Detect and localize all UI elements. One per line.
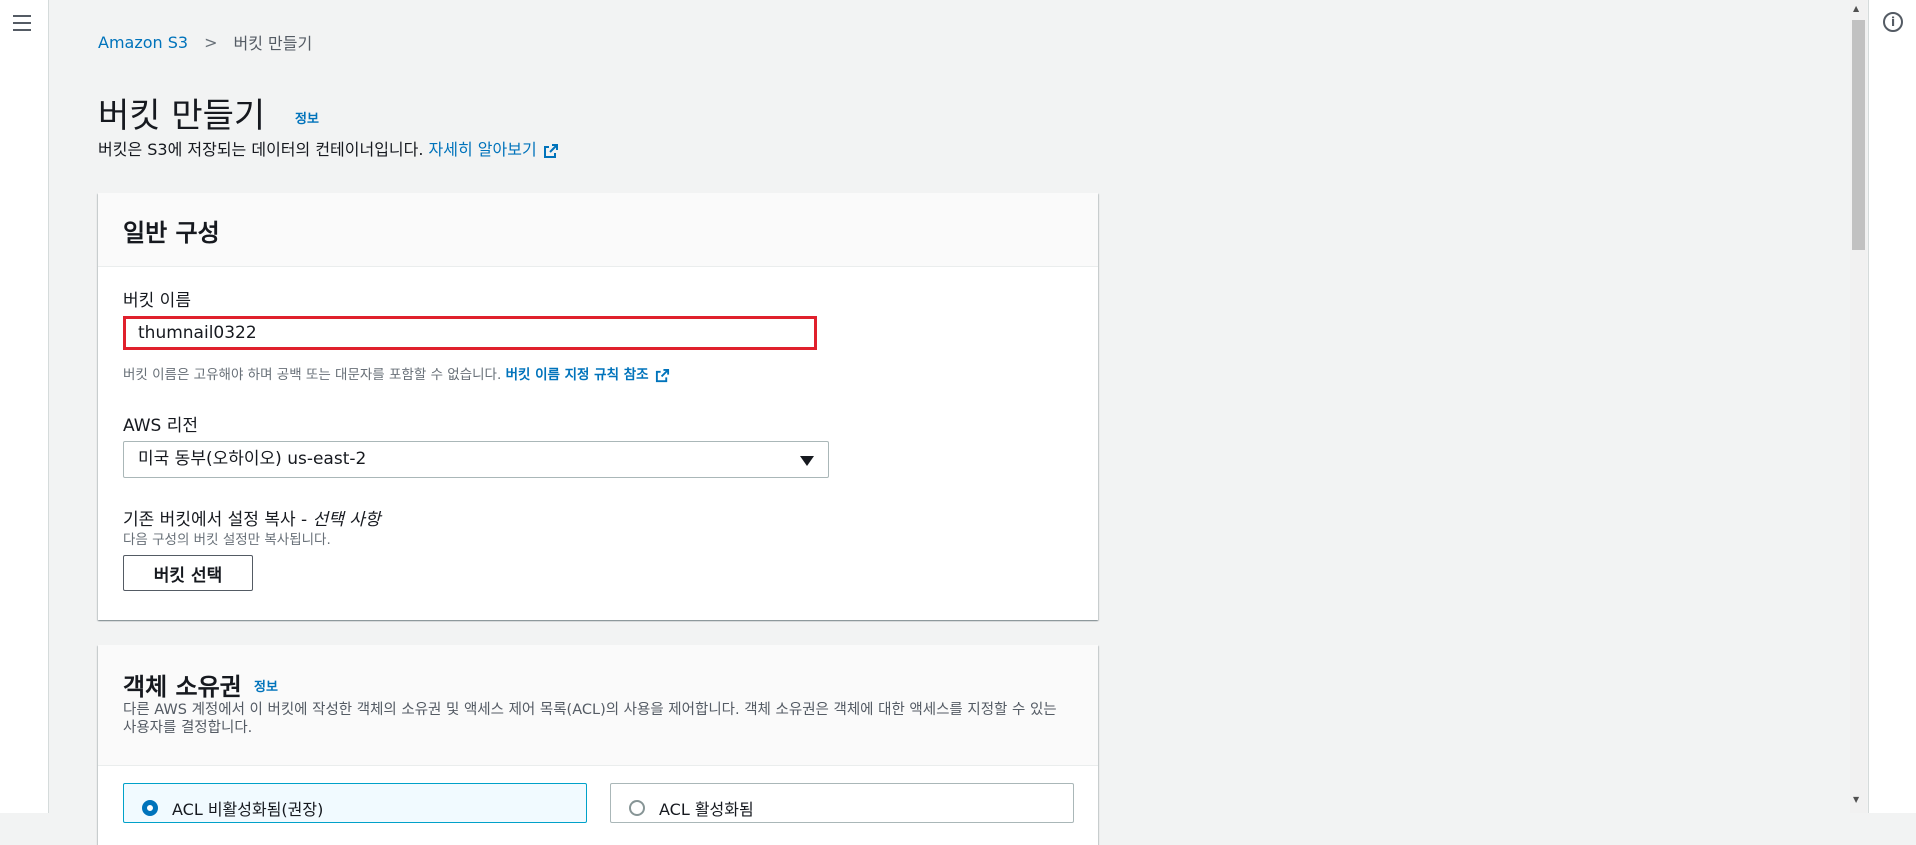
acl-disabled-radio[interactable] [142, 800, 158, 816]
breadcrumb-separator: > [204, 32, 218, 52]
breadcrumb-amazon-s3[interactable]: Amazon S3 [98, 33, 188, 52]
object-ownership-header: 객체 소유권 정보 다른 AWS 계정에서 이 버킷에 작성한 객체의 소유권 … [98, 645, 1098, 766]
copy-settings-label: 기존 버킷에서 설정 복사 - 선택 사항 [123, 505, 381, 530]
right-help-rail: i [1868, 0, 1916, 813]
choose-bucket-button[interactable]: 버킷 선택 [123, 555, 253, 591]
general-configuration-heading: 일반 구성 [123, 219, 220, 247]
learn-more-link[interactable]: 자세히 알아보기 [429, 140, 559, 159]
object-ownership-description: 다른 AWS 계정에서 이 버킷에 작성한 객체의 소유권 및 액세스 제어 목… [123, 702, 1057, 736]
acl-disabled-option[interactable]: ACL 비활성화됨(권장) [123, 783, 587, 823]
general-configuration-panel: 일반 구성 버킷 이름 버킷 이름은 고유해야 하며 공백 또는 대문자를 포함… [98, 193, 1098, 620]
page-scrollbar-thumb[interactable] [1852, 20, 1865, 250]
caret-down-icon [800, 456, 814, 466]
breadcrumb-current: 버킷 만들기 [233, 34, 313, 53]
general-configuration-header: 일반 구성 [98, 193, 1098, 267]
aws-region-value: 미국 동부(오하이오) us-east-2 [138, 449, 367, 469]
learn-more-label: 자세히 알아보기 [428, 140, 537, 159]
object-ownership-info-link[interactable]: 정보 [254, 676, 278, 695]
title-info-link[interactable]: 정보 [295, 108, 319, 127]
object-ownership-panel: 객체 소유권 정보 다른 AWS 계정에서 이 버킷에 작성한 객체의 소유권 … [98, 645, 1098, 845]
breadcrumb: Amazon S3 > 버킷 만들기 [98, 30, 312, 54]
acl-enabled-option[interactable]: ACL 활성화됨 [610, 783, 1074, 823]
bucket-name-label: 버킷 이름 [123, 291, 191, 311]
copy-settings-text: 기존 버킷에서 설정 복사 - [123, 510, 308, 530]
object-ownership-heading: 객체 소유권 [123, 673, 242, 701]
copy-settings-optional: 선택 사항 [312, 510, 381, 530]
aws-region-select[interactable]: 미국 동부(오하이오) us-east-2 [123, 441, 829, 478]
bucket-name-input[interactable] [123, 316, 817, 350]
left-navigation-rail [0, 0, 49, 813]
bucket-naming-rules-label: 버킷 이름 지정 규칙 참조 [505, 367, 649, 383]
scroll-down-arrow-icon[interactable]: ▼ [1853, 795, 1859, 804]
page-title: 버킷 만들기 [98, 96, 266, 136]
hamburger-menu-icon[interactable] [13, 15, 31, 31]
bucket-name-hint: 버킷 이름은 고유해야 하며 공백 또는 대문자를 포함할 수 없습니다. 버킷… [123, 363, 670, 383]
bucket-name-hint-text: 버킷 이름은 고유해야 하며 공백 또는 대문자를 포함할 수 없습니다. [123, 367, 502, 383]
external-link-icon [543, 143, 558, 158]
info-circle-icon[interactable]: i [1883, 12, 1903, 32]
external-link-icon [655, 368, 669, 382]
subtitle-text: 버킷은 S3에 저장되는 데이터의 컨테이너입니다. [98, 140, 424, 159]
acl-disabled-label: ACL 비활성화됨(권장) [172, 800, 324, 819]
page-subtitle: 버킷은 S3에 저장되는 데이터의 컨테이너입니다. 자세히 알아보기 [98, 136, 559, 160]
aws-region-label: AWS 리전 [123, 416, 198, 436]
bucket-naming-rules-link[interactable]: 버킷 이름 지정 규칙 참조 [506, 367, 649, 383]
scroll-up-arrow-icon[interactable]: ▲ [1853, 4, 1859, 13]
acl-enabled-radio[interactable] [629, 800, 645, 816]
acl-enabled-label: ACL 활성화됨 [659, 800, 754, 819]
copy-settings-hint: 다음 구성의 버킷 설정만 복사됩니다. [123, 532, 331, 548]
